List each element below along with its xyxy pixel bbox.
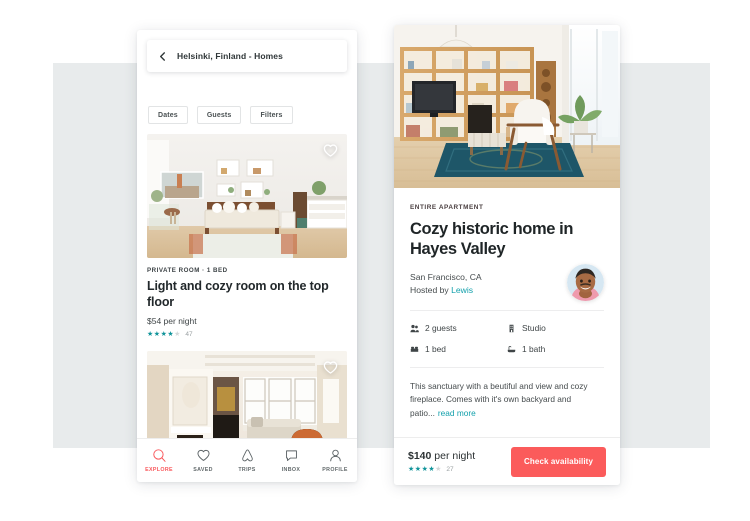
heart-icon[interactable]	[322, 359, 339, 376]
price-amount: $140	[408, 450, 432, 462]
filter-chip-row: Dates Guests Filters	[148, 106, 293, 124]
listing-photo[interactable]	[147, 351, 347, 438]
star-icon: ★	[428, 466, 435, 473]
heart-icon	[196, 448, 211, 463]
page-title: Cozy historic home in Hayes Valley	[410, 220, 574, 259]
amenities-grid: 2 guests Studio 1 bed 1 bath	[394, 311, 620, 354]
listing-meta: PRIVATE ROOM · 1 BED Light and cozy room…	[147, 258, 347, 338]
avatar[interactable]	[567, 264, 604, 301]
amenity-label: Studio	[522, 323, 546, 334]
listing-description: This sanctuary with a beutiful and view …	[394, 368, 620, 420]
listing-price: $54 per night	[147, 316, 197, 327]
listing-rating: ★ ★ ★ ★ ★ 47	[147, 331, 347, 338]
check-availability-button[interactable]: Check availability	[511, 446, 606, 477]
detail-header: ENTIRE APARTMENT Cozy historic home in H…	[394, 188, 620, 301]
search-results-phone: Helsinki, Finland - Homes Dates Guests F…	[137, 30, 357, 482]
list-item[interactable]	[147, 351, 347, 438]
price: $140 per night	[408, 450, 475, 462]
listing-title: Light and cozy room on the top floor	[147, 279, 329, 309]
review-count: 47	[185, 331, 193, 339]
tab-inbox[interactable]: INBOX	[269, 448, 313, 473]
listing-feed[interactable]: PRIVATE ROOM · 1 BED Light and cozy room…	[137, 134, 357, 438]
star-icon: ★	[160, 331, 167, 339]
star-icon: ★	[408, 466, 415, 473]
search-icon	[152, 448, 167, 463]
tab-label: SAVED	[193, 467, 213, 473]
tab-profile[interactable]: PROFILE	[313, 448, 357, 473]
amenity-label: 1 bath	[522, 344, 546, 355]
star-icon: ★	[174, 331, 181, 339]
filter-chip-filters[interactable]: Filters	[250, 106, 293, 124]
amenity-type: Studio	[507, 323, 604, 333]
amenity-label: 2 guests	[425, 323, 457, 334]
tab-trips[interactable]: TRIPS	[225, 448, 269, 473]
review-count: 27	[446, 466, 454, 473]
price-block: $140 per night ★ ★ ★ ★ ★ 27	[408, 450, 475, 473]
amenity-guests: 2 guests	[410, 323, 507, 333]
bath-icon	[507, 345, 516, 354]
hosted-by-label: Hosted by	[410, 285, 452, 296]
listing-detail-phone: ENTIRE APARTMENT Cozy historic home in H…	[394, 25, 620, 485]
booking-bar: $140 per night ★ ★ ★ ★ ★ 27 Check availabili…	[394, 437, 620, 485]
bottom-tab-bar: EXPLORE SAVED TRIPS INBOX PROFILE	[137, 438, 357, 482]
heart-icon[interactable]	[322, 142, 339, 159]
search-input[interactable]: Helsinki, Finland - Homes	[177, 51, 283, 61]
star-rating: ★ ★ ★ ★ ★	[408, 466, 441, 473]
chevron-left-icon[interactable]	[158, 51, 167, 61]
host-link[interactable]: Lewis	[451, 285, 473, 295]
star-icon: ★	[414, 466, 422, 473]
tab-saved[interactable]: SAVED	[181, 448, 225, 473]
listing-type-label: ENTIRE APARTMENT	[410, 204, 484, 211]
hero-photo[interactable]	[394, 25, 620, 188]
price-unit: per night	[431, 450, 476, 462]
search-bar[interactable]: Helsinki, Finland - Homes	[147, 40, 347, 72]
tab-label: PROFILE	[322, 467, 348, 473]
speech-bubble-icon	[284, 448, 299, 463]
tab-label: TRIPS	[238, 467, 256, 473]
star-icon: ★	[153, 331, 161, 339]
star-icon: ★	[167, 331, 174, 339]
detail-rating: ★ ★ ★ ★ ★ 27	[408, 466, 475, 473]
listing-kicker: PRIVATE ROOM · 1 BED	[147, 267, 228, 274]
list-item[interactable]: PRIVATE ROOM · 1 BED Light and cozy room…	[147, 134, 347, 338]
airbnb-belo-icon	[240, 448, 255, 463]
filter-chip-dates[interactable]: Dates	[148, 106, 188, 124]
star-rating: ★ ★ ★ ★ ★	[147, 331, 180, 338]
description-text: This sanctuary with a beutiful and view …	[410, 381, 588, 418]
bed-icon	[410, 345, 419, 354]
amenity-label: 1 bed	[425, 344, 446, 355]
person-icon	[328, 448, 343, 463]
read-more-link[interactable]: read more	[438, 408, 476, 418]
filter-chip-guests[interactable]: Guests	[196, 106, 242, 124]
tab-label: INBOX	[281, 467, 301, 473]
listing-photo[interactable]	[147, 134, 347, 258]
star-icon: ★	[435, 466, 442, 473]
guests-icon	[410, 324, 419, 333]
star-icon: ★	[421, 466, 428, 473]
amenity-baths: 1 bath	[507, 344, 604, 354]
tab-label: EXPLORE	[145, 467, 173, 473]
star-icon: ★	[147, 331, 154, 339]
building-icon	[507, 324, 516, 333]
tab-explore[interactable]: EXPLORE	[137, 448, 181, 473]
amenity-beds: 1 bed	[410, 344, 507, 354]
